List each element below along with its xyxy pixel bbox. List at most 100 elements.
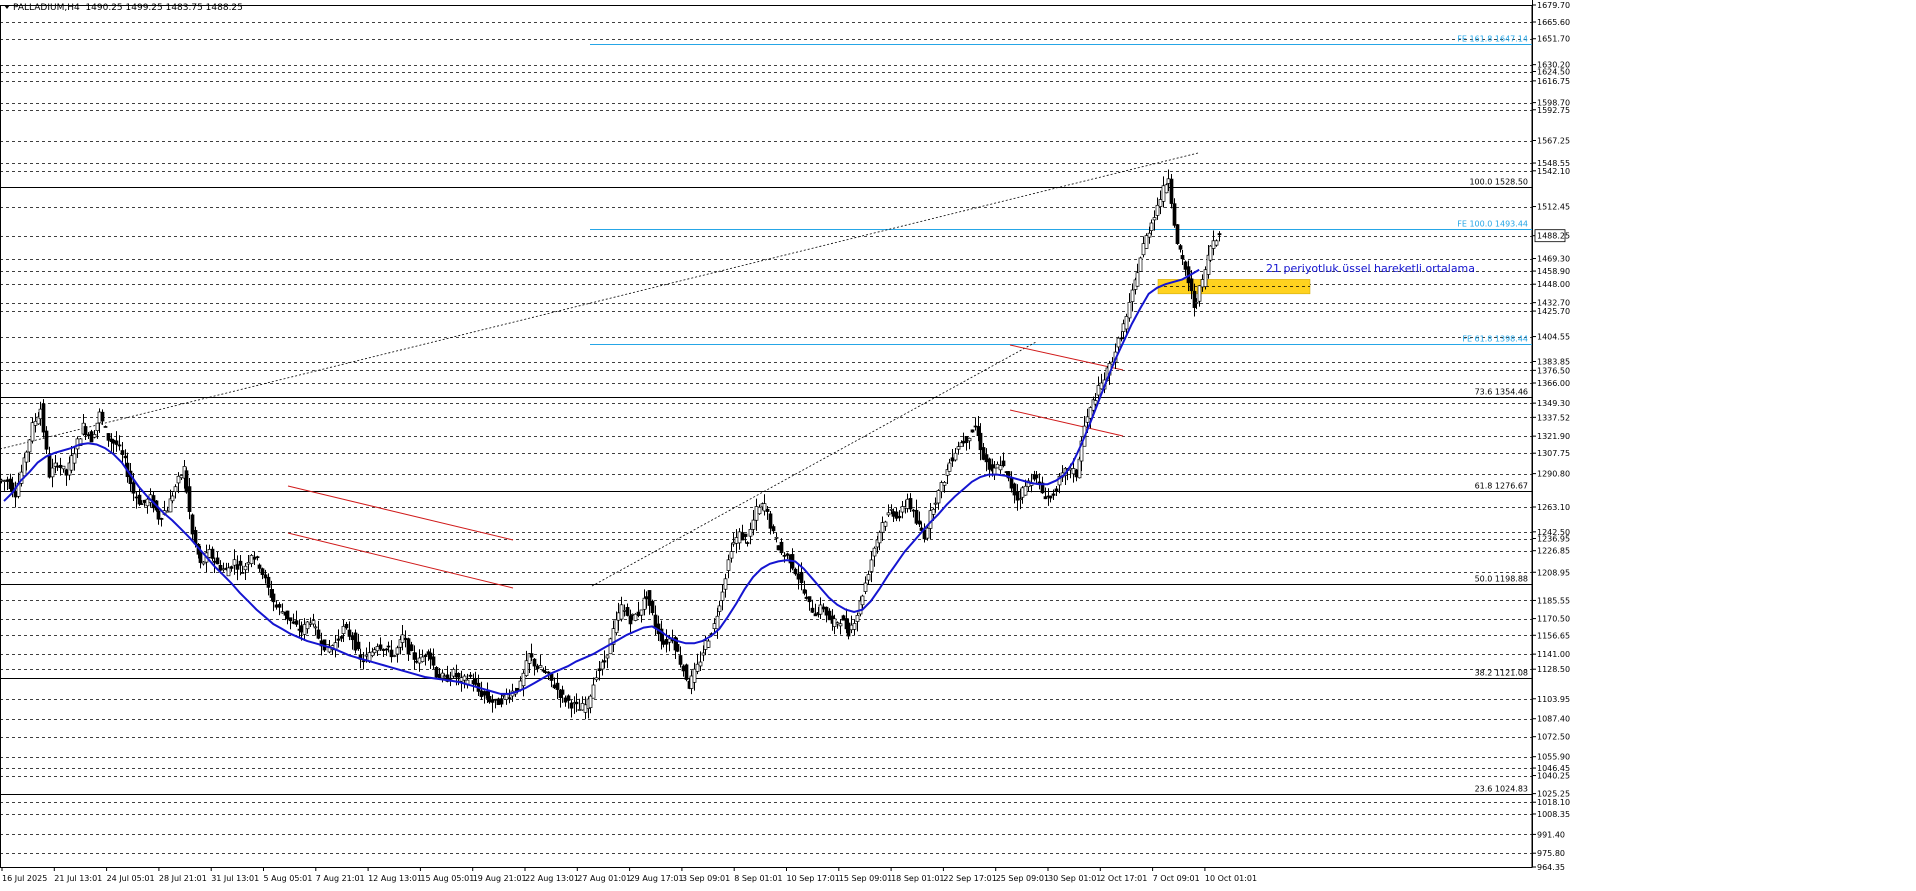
candle-body bbox=[44, 430, 49, 450]
candle-body bbox=[600, 661, 605, 670]
candle-body bbox=[529, 653, 534, 658]
candle-body bbox=[1172, 203, 1177, 226]
candle-body bbox=[111, 439, 116, 444]
trend-line-long bbox=[0, 152, 1199, 450]
time-axis: 16 Jul 2025 21 Jul 13:01 24 Jul 05:01 28 Ju… bbox=[0, 867, 1532, 883]
candle-body bbox=[347, 629, 352, 637]
candle-body bbox=[818, 604, 823, 615]
price-tick-label: 1665.60 bbox=[1537, 18, 1570, 27]
time-tick-label: 21 Jul 13:01 bbox=[54, 874, 102, 883]
candle-body bbox=[897, 515, 902, 519]
candle-body bbox=[866, 574, 871, 581]
candle-body bbox=[546, 671, 551, 674]
candle-body bbox=[594, 677, 599, 681]
candle-body bbox=[1085, 416, 1090, 423]
candle-body bbox=[400, 634, 405, 643]
candle-body bbox=[201, 561, 206, 565]
symbol-label: PALLADIUM,H4 bbox=[13, 3, 80, 13]
candle-body bbox=[1012, 483, 1017, 496]
candle-body bbox=[83, 426, 88, 436]
candles bbox=[0, 169, 1222, 720]
candle-body bbox=[1169, 178, 1174, 204]
chart-area: PALLADIUM,H4 1490.25 1499.25 1483.75 148… bbox=[0, 0, 1916, 888]
time-tick-label: 2 Oct 17:01 bbox=[1100, 874, 1147, 883]
candle-body bbox=[1164, 184, 1169, 194]
candle-body bbox=[900, 506, 905, 513]
price-tick-label: 1141.00 bbox=[1537, 650, 1570, 659]
time-tick-label: 18 Sep 01:01 bbox=[891, 874, 944, 883]
candle-body bbox=[274, 604, 279, 608]
time-tick-label: 28 Jul 21:01 bbox=[159, 874, 207, 883]
fibo-extension-label: FE 100.0 1493.44 bbox=[1457, 220, 1528, 229]
candle-body bbox=[768, 513, 773, 529]
candle-body bbox=[1121, 323, 1126, 332]
candle-body bbox=[644, 596, 649, 600]
price-tick-label: 1383.85 bbox=[1537, 358, 1570, 367]
candle-body bbox=[496, 698, 501, 705]
candle-body bbox=[305, 621, 310, 630]
channel-line bbox=[1009, 344, 1124, 371]
candle-body bbox=[1217, 233, 1222, 236]
price-tick-label: 975.80 bbox=[1537, 849, 1565, 858]
candle-body bbox=[499, 698, 504, 705]
candle-body bbox=[229, 566, 234, 569]
candle-body bbox=[984, 454, 989, 463]
price-tick-label: 1008.35 bbox=[1537, 810, 1570, 819]
candle-body bbox=[905, 498, 910, 509]
candle-body bbox=[841, 615, 846, 621]
candle-body bbox=[1192, 290, 1197, 308]
candle-body bbox=[978, 432, 983, 451]
ema-line bbox=[3, 268, 1200, 695]
candle-body bbox=[1034, 474, 1039, 479]
candle-body bbox=[0, 479, 4, 482]
candle-body bbox=[361, 660, 366, 663]
candle-body bbox=[1119, 337, 1124, 340]
candle-body bbox=[378, 644, 383, 650]
candle-body bbox=[417, 657, 422, 664]
candle-body bbox=[630, 613, 635, 616]
candle-body bbox=[950, 457, 955, 462]
candle-body bbox=[745, 542, 750, 544]
candle-body bbox=[1043, 496, 1048, 500]
fibo-retracement-label: 73.6 1354.46 bbox=[1475, 388, 1528, 397]
price-chart[interactable]: 100.0 1528.50 73.6 1354.46 61.8 1276.67 50.… bbox=[0, 0, 1916, 888]
fibo-retracement-label: 23.6 1024.83 bbox=[1475, 785, 1528, 794]
candle-body bbox=[1130, 289, 1135, 302]
candle-body bbox=[1203, 269, 1208, 287]
dropdown-triangle-icon[interactable] bbox=[4, 5, 10, 9]
candle-body bbox=[420, 656, 425, 662]
candle-body bbox=[246, 562, 251, 565]
candle-body bbox=[507, 697, 512, 699]
candle-body bbox=[266, 576, 271, 588]
candle-body bbox=[1054, 488, 1059, 492]
time-tick-label: 5 Aug 05:01 bbox=[264, 874, 313, 883]
candle-body bbox=[776, 545, 781, 551]
price-tick-label: 1349.30 bbox=[1537, 399, 1570, 408]
candle-body bbox=[796, 573, 801, 580]
candle-body bbox=[142, 499, 147, 503]
candle-body bbox=[981, 447, 986, 460]
candle-body bbox=[260, 568, 265, 576]
candle-body bbox=[1180, 255, 1185, 260]
candle-body bbox=[692, 668, 697, 683]
candle-body bbox=[165, 510, 170, 513]
candle-body bbox=[103, 426, 108, 428]
candle-body bbox=[238, 560, 243, 566]
candle-body bbox=[145, 498, 150, 507]
candle-body bbox=[89, 431, 94, 443]
candle-body bbox=[807, 596, 812, 603]
candle-body bbox=[939, 482, 944, 492]
candle-body bbox=[38, 408, 43, 420]
candle-body bbox=[619, 604, 624, 620]
price-tick-label: 1321.90 bbox=[1537, 432, 1570, 441]
time-tick-label: 10 Oct 01:01 bbox=[1205, 874, 1257, 883]
candle-body bbox=[799, 571, 804, 584]
fibo-extension-label: FE 161.8 1647.14 bbox=[1457, 35, 1528, 44]
candle-body bbox=[824, 606, 829, 616]
price-tick-label: 1103.95 bbox=[1537, 695, 1570, 704]
candle-body bbox=[1144, 235, 1149, 249]
price-tick-label: 1488.25 bbox=[1537, 232, 1570, 241]
candle-body bbox=[232, 559, 237, 566]
candle-body bbox=[518, 680, 523, 691]
ema-annotation: 21 periyotluk üssel hareketli ortalama bbox=[1266, 262, 1475, 275]
